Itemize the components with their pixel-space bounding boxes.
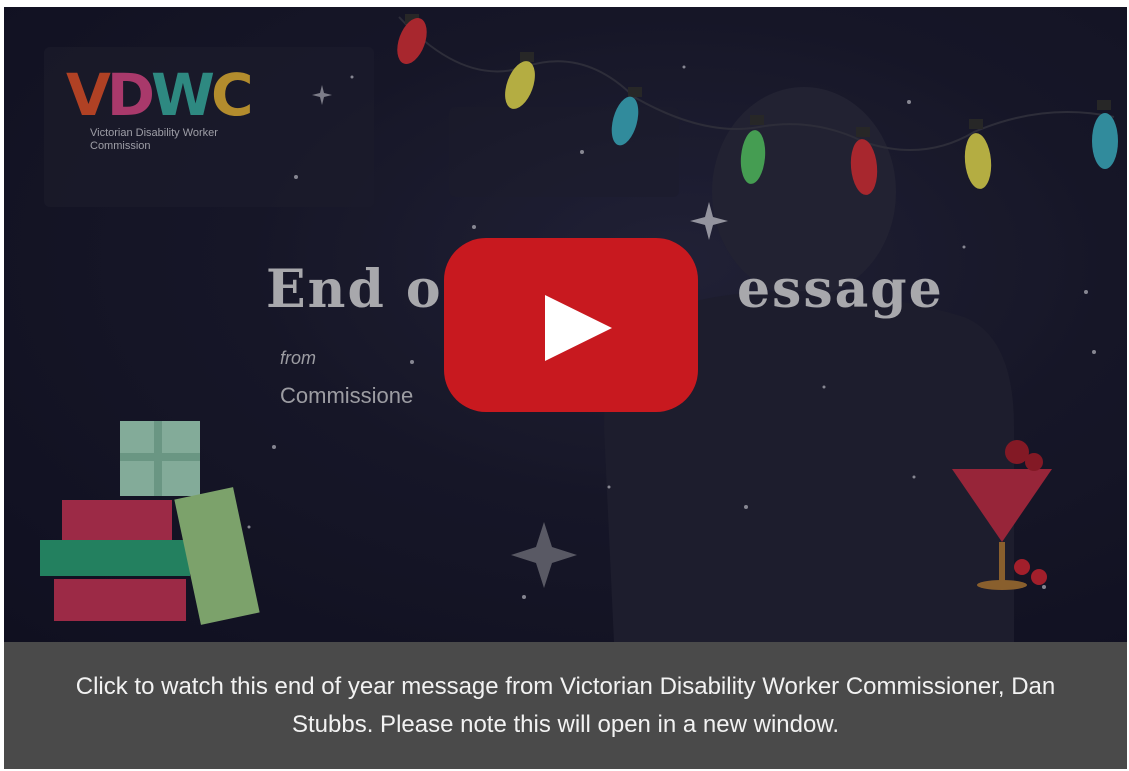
video-from-label: from [280,348,316,368]
caption-bar[interactable]: Click to watch this end of year message … [4,642,1127,769]
video-commissioner-label: Commissione [280,383,414,408]
light-bulb-red [397,14,427,64]
video-thumbnail[interactable]: VDWC Victorian Disability Worker Commiss… [4,7,1127,642]
youtube-play-icon [444,238,698,412]
video-title-right: essage [736,259,944,320]
video-title-left: End of [266,259,467,320]
light-bulb-yellow [505,52,535,109]
light-bulb-blue-2 [1092,100,1118,169]
gift-boxes-decoration [40,421,260,625]
logo-mark: VDWC [66,61,254,129]
logo-subtitle: Victorian Disability Worker Commission [90,127,218,152]
caption-text[interactable]: Click to watch this end of year message … [76,668,1056,744]
video-embed[interactable]: VDWC Victorian Disability Worker Commiss… [4,7,1127,769]
play-button[interactable] [444,238,698,412]
vdwc-logo: VDWC Victorian Disability Worker Commiss… [66,61,254,152]
